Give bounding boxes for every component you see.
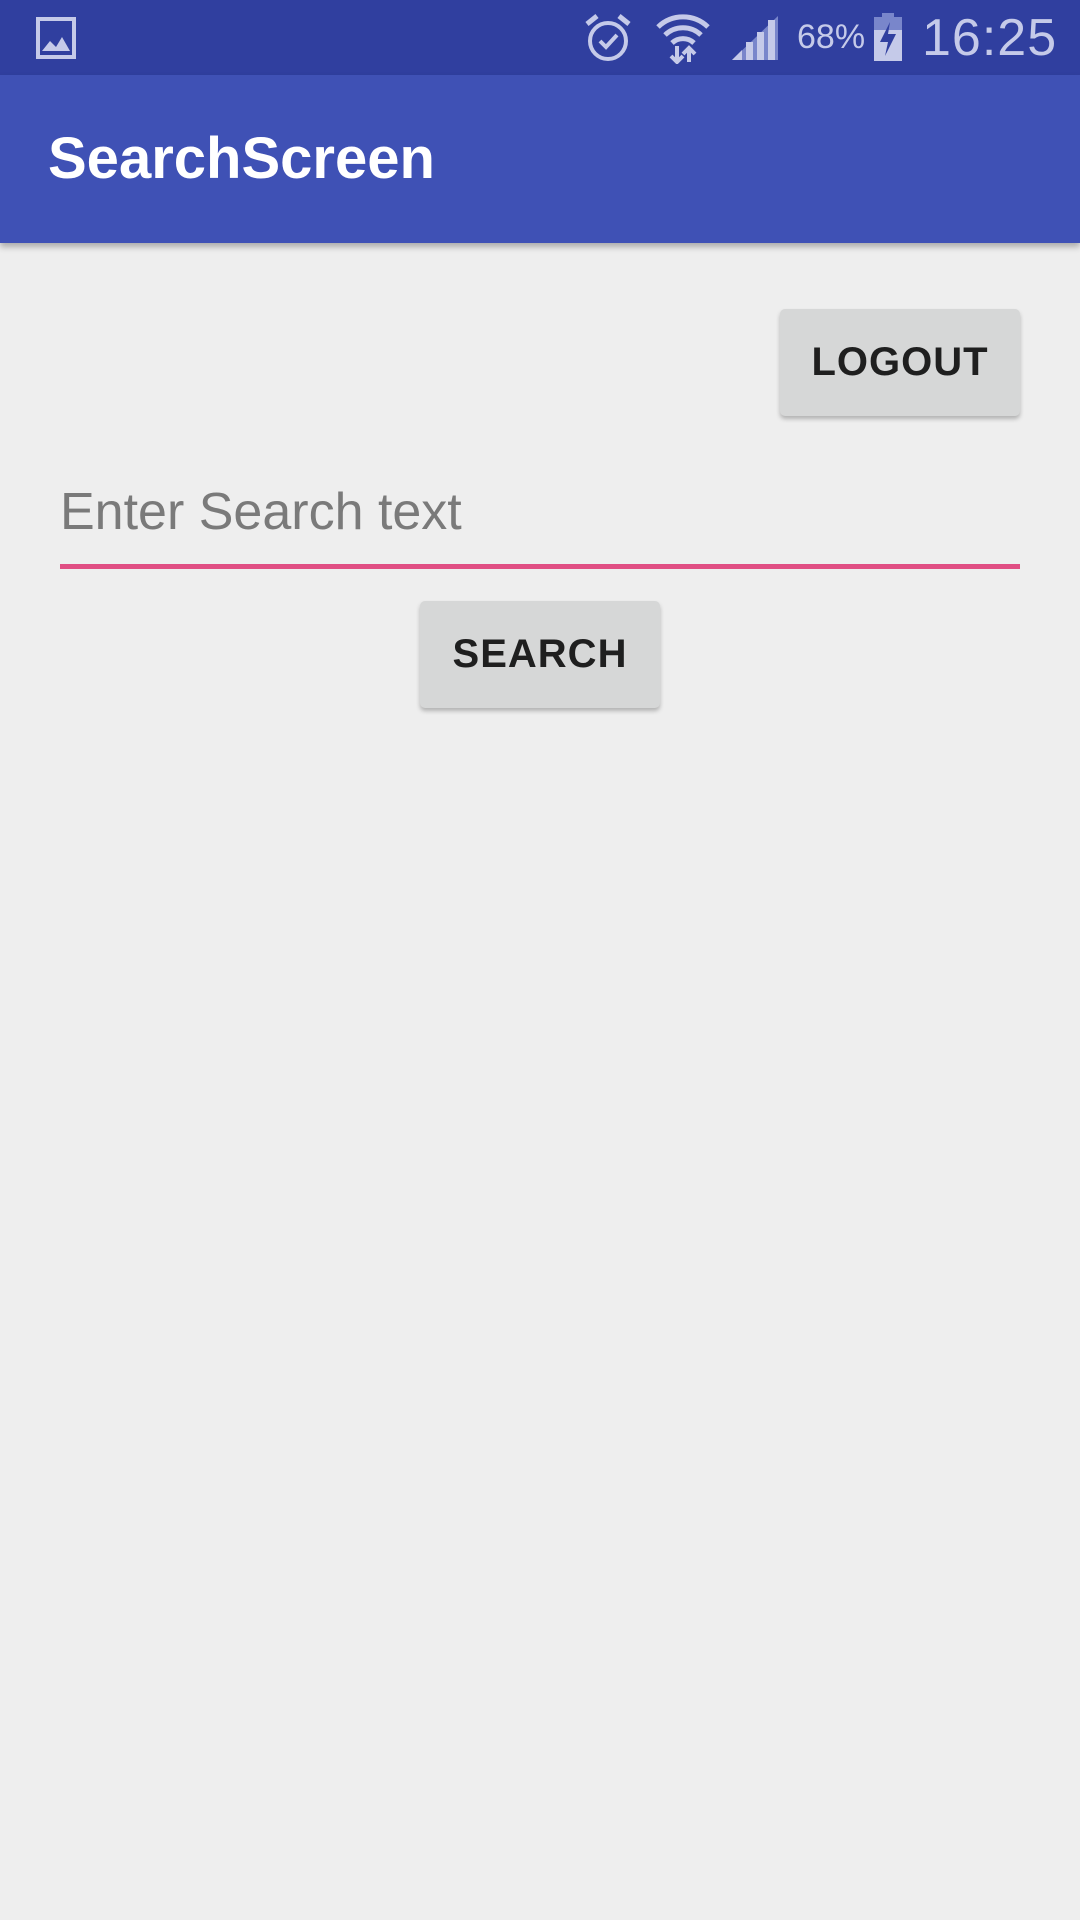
search-field[interactable] — [60, 460, 1020, 570]
cell-signal-icon — [732, 16, 778, 60]
alarm-icon — [585, 14, 631, 61]
wifi-icon — [656, 14, 710, 64]
status-clock: 16:25 — [922, 8, 1058, 67]
battery-percent: 68% — [797, 18, 866, 56]
app-toolbar: SearchScreen — [0, 75, 1080, 243]
battery-charging-icon — [874, 13, 902, 61]
logout-button[interactable]: LOGOUT — [780, 309, 1020, 416]
search-input-underline — [60, 564, 1020, 569]
gallery-notification-icon — [36, 17, 76, 59]
page-title: SearchScreen — [48, 126, 435, 191]
status-bar: 68% 16:25 — [0, 0, 1080, 75]
search-screen: 68% 16:25 SearchScreen LOGOUT SEARCH — [0, 0, 1080, 1920]
search-button[interactable]: SEARCH — [420, 601, 660, 708]
search-input[interactable] — [60, 460, 1020, 564]
